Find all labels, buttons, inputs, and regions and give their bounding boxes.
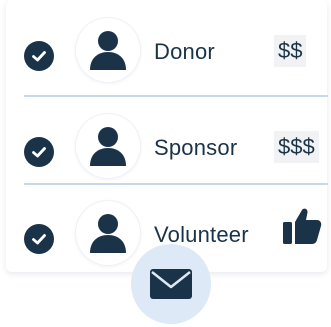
person-icon <box>90 31 126 70</box>
check-icon[interactable] <box>24 137 54 167</box>
roles-card: Donor $$ Sponsor $$$ Volunteer <box>6 0 328 272</box>
mail-button[interactable] <box>131 244 211 324</box>
list-item-sponsor[interactable]: Sponsor $$$ <box>6 99 327 181</box>
person-icon <box>90 127 126 166</box>
person-icon <box>90 214 126 253</box>
list-item-donor[interactable]: Donor $$ <box>6 3 327 85</box>
thumbs-up-icon <box>283 208 322 244</box>
avatar <box>76 201 140 265</box>
avatar <box>76 18 140 82</box>
divider <box>24 95 328 97</box>
divider <box>24 183 328 185</box>
role-label: Sponsor <box>154 135 238 160</box>
check-icon[interactable] <box>24 224 54 254</box>
role-label: Donor <box>154 39 215 64</box>
cost-badge: $$ <box>274 35 307 67</box>
envelope-icon <box>150 269 192 299</box>
avatar <box>76 114 140 178</box>
cost-badge: $$$ <box>274 131 319 163</box>
check-icon[interactable] <box>24 41 54 71</box>
